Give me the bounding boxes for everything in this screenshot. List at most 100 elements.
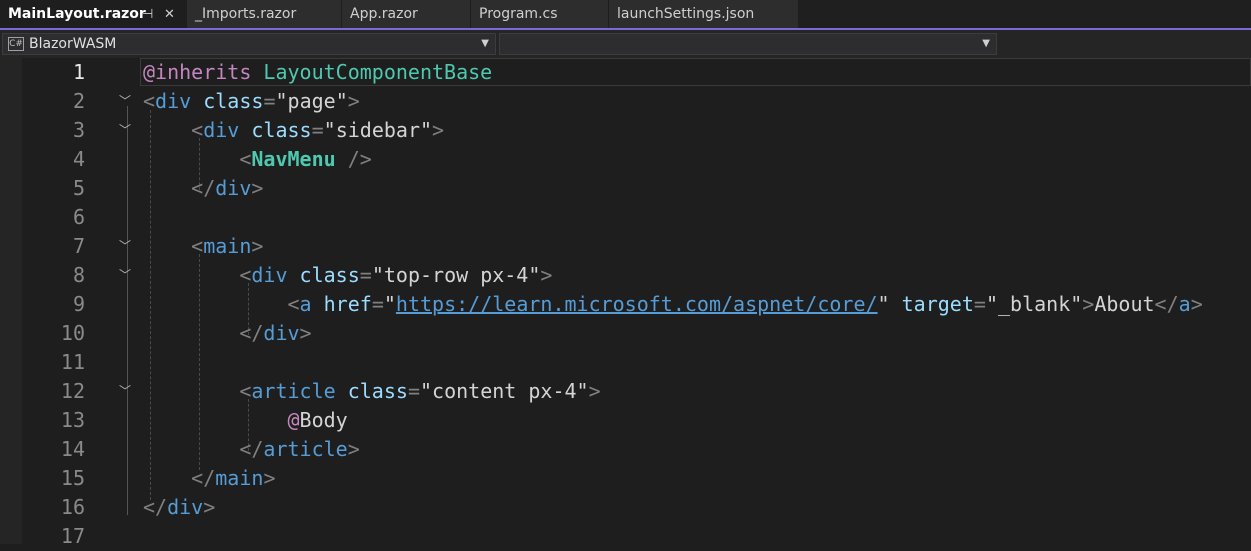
code-text: @Body <box>143 406 348 435</box>
line-number: 9 <box>72 292 85 316</box>
code-line-17[interactable]: 17 <box>0 522 1251 551</box>
code-text: </div> <box>191 176 264 200</box>
csharp-project-icon: C# <box>8 37 24 51</box>
chevron-down-icon: ▼ <box>982 38 990 49</box>
html-tag: article <box>263 437 348 461</box>
code-line-6[interactable]: 6 <box>0 203 1251 232</box>
code-text: <div class="top-row px-4"> <box>239 263 553 287</box>
chevron-down-icon: ▼ <box>481 38 489 49</box>
tab-imports-razor[interactable]: _Imports.razor <box>187 0 342 28</box>
attribute-value: content px-4 <box>432 379 577 403</box>
code-line-10[interactable]: 10 </div> <box>0 319 1251 348</box>
code-text: <a href="https://learn.microsoft.com/asp… <box>287 292 1203 316</box>
code-text: </main> <box>191 466 276 490</box>
project-dropdown[interactable]: C# BlazorWASM ▼ <box>2 33 496 55</box>
html-tag: a <box>299 292 312 316</box>
code-line-7[interactable]: 7 ﹀ <main> <box>0 232 1251 261</box>
html-attribute: class <box>203 89 264 113</box>
line-number: 14 <box>60 437 85 461</box>
tab-label: MainLayout.razor <box>8 6 146 22</box>
link-text: About <box>1094 292 1155 316</box>
pin-icon[interactable]: ⊣ <box>142 0 153 29</box>
collapse-chevron-icon[interactable]: ﹀ <box>117 116 133 145</box>
html-tag: article <box>251 379 336 403</box>
line-number: 17 <box>60 524 85 548</box>
line-number: 4 <box>72 147 85 171</box>
line-number: 10 <box>60 321 85 345</box>
collapse-chevron-icon[interactable]: ﹀ <box>117 87 133 116</box>
line-number: 13 <box>60 408 85 432</box>
project-name: BlazorWASM <box>29 36 117 52</box>
code-line-12[interactable]: 12 ﹀ <article class="content px-4"> <box>0 377 1251 406</box>
code-line-8[interactable]: 8 ﹀ <div class="top-row px-4"> <box>0 261 1251 290</box>
code-text: <article class="content px-4"> <box>239 379 601 403</box>
code-line-3[interactable]: 3 ﹀ <div class="sidebar"> <box>0 116 1251 145</box>
code-line-13[interactable]: 13 @Body <box>0 406 1251 435</box>
razor-directive: @inherits <box>143 60 252 84</box>
document-tab-bar: MainLayout.razor ⊣ ✕ _Imports.razor App.… <box>0 0 1251 30</box>
razor-at-symbol: @ <box>287 408 300 432</box>
code-line-16[interactable]: 16 </div> <box>0 493 1251 522</box>
line-number: 12 <box>60 379 85 403</box>
code-text: @inherits LayoutComponentBase <box>143 58 492 87</box>
code-text: </article> <box>239 437 360 461</box>
hyperlink-url[interactable]: https://learn.microsoft.com/aspnet/core/ <box>396 292 878 316</box>
html-attribute: class <box>299 263 360 287</box>
html-tag: div <box>215 176 252 200</box>
tab-mainlayout-razor[interactable]: MainLayout.razor ⊣ ✕ <box>0 0 187 28</box>
tab-app-razor[interactable]: App.razor <box>342 0 471 28</box>
line-number: 11 <box>60 350 85 374</box>
collapse-chevron-icon[interactable]: ﹀ <box>117 261 133 290</box>
line-number: 16 <box>60 495 85 519</box>
code-line-5[interactable]: 5 </div> <box>0 174 1251 203</box>
member-dropdown[interactable]: ▼ <box>499 33 997 55</box>
html-tag: div <box>167 495 204 519</box>
code-line-11[interactable]: 11 <box>0 348 1251 377</box>
tab-label: App.razor <box>350 6 418 22</box>
code-text: <div class="page"> <box>143 89 360 113</box>
html-tag: main <box>215 466 264 490</box>
html-attribute: class <box>251 118 312 142</box>
code-line-4[interactable]: 4 <NavMenu /> <box>0 145 1251 174</box>
collapse-chevron-icon[interactable]: ﹀ <box>117 377 133 406</box>
html-tag: div <box>155 89 192 113</box>
type-name: LayoutComponentBase <box>263 60 493 84</box>
component-name: NavMenu <box>251 147 336 171</box>
attribute-value: sidebar <box>335 118 420 142</box>
code-editor[interactable]: 1 @inherits LayoutComponentBase 2 ﹀ <div… <box>0 58 1251 548</box>
code-text: <div class="sidebar"> <box>191 118 445 142</box>
html-tag: main <box>203 234 252 258</box>
tab-program-cs[interactable]: Program.cs <box>471 0 609 28</box>
tab-launchsettings-json[interactable]: launchSettings.json <box>609 0 799 28</box>
line-number: 3 <box>72 118 85 142</box>
code-line-14[interactable]: 14 </article> <box>0 435 1251 464</box>
html-attribute: href <box>323 292 372 316</box>
navigation-bar: C# BlazorWASM ▼ ▼ <box>0 30 1251 58</box>
collapse-chevron-icon[interactable]: ﹀ <box>117 232 133 261</box>
line-number: 8 <box>72 263 85 287</box>
line-number: 7 <box>72 234 85 258</box>
line-number: 1 <box>72 60 85 84</box>
html-tag: div <box>263 321 300 345</box>
code-line-15[interactable]: 15 </main> <box>0 464 1251 493</box>
html-attribute: class <box>347 379 408 403</box>
close-icon[interactable]: ✕ <box>164 0 175 29</box>
line-number: 5 <box>72 176 85 200</box>
html-tag: a <box>1178 292 1191 316</box>
code-text: <main> <box>191 234 264 258</box>
code-text: </div> <box>239 321 312 345</box>
tab-label: launchSettings.json <box>617 6 755 22</box>
tab-label: Program.cs <box>479 6 558 22</box>
code-line-2[interactable]: 2 ﹀ <div class="page"> <box>0 87 1251 116</box>
code-line-9[interactable]: 9 <a href="https://learn.microsoft.com/a… <box>0 290 1251 319</box>
line-number: 15 <box>60 466 85 490</box>
code-line-1[interactable]: 1 @inherits LayoutComponentBase <box>0 58 1251 87</box>
attribute-value: top-row px-4 <box>383 263 529 287</box>
html-attribute: target <box>901 292 974 316</box>
code-text: <NavMenu /> <box>239 147 372 171</box>
line-number: 6 <box>72 205 85 229</box>
html-tag: div <box>203 118 240 142</box>
line-number: 2 <box>72 89 85 113</box>
attribute-value: page <box>287 89 336 113</box>
html-tag: div <box>251 263 288 287</box>
